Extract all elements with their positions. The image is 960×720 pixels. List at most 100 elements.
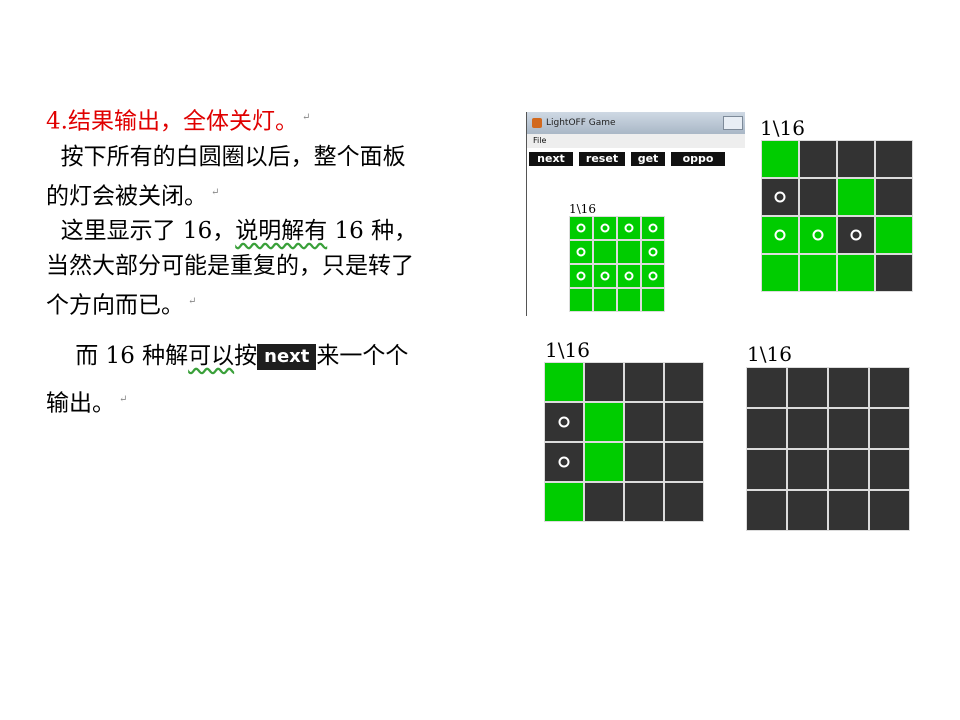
window-title: LightOFF Game [546,118,616,128]
grid-cell[interactable] [870,409,909,448]
para1-line1: 按下所有的白圆圈以后，整个面板 [46,140,516,175]
circle-icon [558,416,570,428]
grid-cell[interactable] [642,289,664,311]
grid-cell[interactable] [747,409,786,448]
grid-cell[interactable] [829,491,868,530]
grid-cell[interactable] [618,289,640,311]
panel1-counter: 1\16 [760,116,805,140]
circle-icon [600,223,610,233]
menu-file[interactable]: File [533,136,546,145]
grid-cell[interactable] [625,483,663,521]
circle-icon [624,223,634,233]
java-app-icon [532,118,542,128]
grid-cell[interactable] [800,217,836,253]
grid-cell[interactable] [838,179,874,215]
grid-cell[interactable] [788,491,827,530]
minimize-icon[interactable] [723,116,743,130]
panel1-grid [761,140,913,292]
para1-line2: 的灯会被关闭。 ↵ [46,175,516,215]
grid-cell[interactable] [788,368,827,407]
grid-cell[interactable] [747,450,786,489]
solution-counter: 1\16 [569,202,596,216]
grid-cell[interactable] [594,217,616,239]
grid-cell[interactable] [665,443,703,481]
panel2-grid [544,362,704,522]
circle-icon [600,271,610,281]
grid-cell[interactable] [665,483,703,521]
grid-cell[interactable] [618,265,640,287]
return-mark-icon: ↵ [301,112,311,123]
grid-cell[interactable] [594,265,616,287]
section-heading: 4.结果输出，全体关灯。 ↵ [46,100,516,140]
grid-cell[interactable] [585,483,623,521]
panel3-grid [746,367,910,531]
return-mark-icon: ↵ [188,296,197,308]
grid-cell[interactable] [585,403,623,441]
grid-cell[interactable] [876,141,912,177]
grid-cell[interactable] [747,368,786,407]
grid-cell[interactable] [870,368,909,407]
oppo-button[interactable]: oppo [671,152,725,166]
grid-cell[interactable] [585,443,623,481]
grid-cell[interactable] [876,255,912,291]
grid-cell[interactable] [642,265,664,287]
grid-cell[interactable] [762,217,798,253]
grid-cell[interactable] [876,217,912,253]
game-window: LightOFF Game File next reset get oppo 1… [526,112,745,316]
grid-cell[interactable] [838,255,874,291]
grid-cell[interactable] [570,241,592,263]
grid-cell[interactable] [762,179,798,215]
grid-cell[interactable] [876,179,912,215]
grid-cell[interactable] [788,450,827,489]
grid-cell[interactable] [800,179,836,215]
grid-cell[interactable] [829,409,868,448]
para2-line1-b: 说明解有 [235,218,328,245]
circle-icon [774,229,786,241]
grid-cell[interactable] [800,141,836,177]
grid-cell[interactable] [594,289,616,311]
grid-cell[interactable] [570,265,592,287]
para2-line2: 当然大部分可能是重复的，只是转了 [46,249,516,284]
grid-cell[interactable] [800,255,836,291]
panel3-counter: 1\16 [747,342,792,366]
grid-cell[interactable] [870,491,909,530]
grid-cell[interactable] [625,403,663,441]
circle-icon [850,229,862,241]
toolbar: next reset get oppo [527,148,745,166]
grid-cell[interactable] [665,403,703,441]
grid-cell[interactable] [762,141,798,177]
grid-cell[interactable] [618,241,640,263]
grid-cell[interactable] [829,368,868,407]
reset-button[interactable]: reset [579,152,625,166]
next-button[interactable]: next [529,152,573,166]
grid-cell[interactable] [585,363,623,401]
grid-cell[interactable] [762,255,798,291]
get-button[interactable]: get [631,152,665,166]
grid-cell[interactable] [829,450,868,489]
circle-icon [624,271,634,281]
grid-cell[interactable] [642,241,664,263]
grid-cell[interactable] [788,409,827,448]
grid-cell[interactable] [545,363,583,401]
slide-text: 4.结果输出，全体关灯。 ↵ 按下所有的白圆圈以后，整个面板 的灯会被关闭。 ↵ 这… [46,100,516,426]
grid-cell[interactable] [545,403,583,441]
grid-cell[interactable] [594,241,616,263]
circle-icon [648,271,658,281]
grid-cell[interactable] [625,443,663,481]
grid-cell[interactable] [838,217,874,253]
grid-cell[interactable] [625,363,663,401]
grid-cell[interactable] [545,483,583,521]
grid-cell[interactable] [642,217,664,239]
grid-cell[interactable] [665,363,703,401]
grid-cell[interactable] [618,217,640,239]
grid-cell[interactable] [870,450,909,489]
grid-cell[interactable] [570,217,592,239]
grid-cell[interactable] [747,491,786,530]
para2-line3-text: 个方向而已。 [46,292,184,319]
para1-line1-text: 按下所有的白圆圈以后，整个面板 [60,143,406,170]
panel2-counter: 1\16 [545,338,590,362]
grid-cell[interactable] [838,141,874,177]
circle-icon [576,271,586,281]
grid-cell[interactable] [570,289,592,311]
grid-cell[interactable] [545,443,583,481]
